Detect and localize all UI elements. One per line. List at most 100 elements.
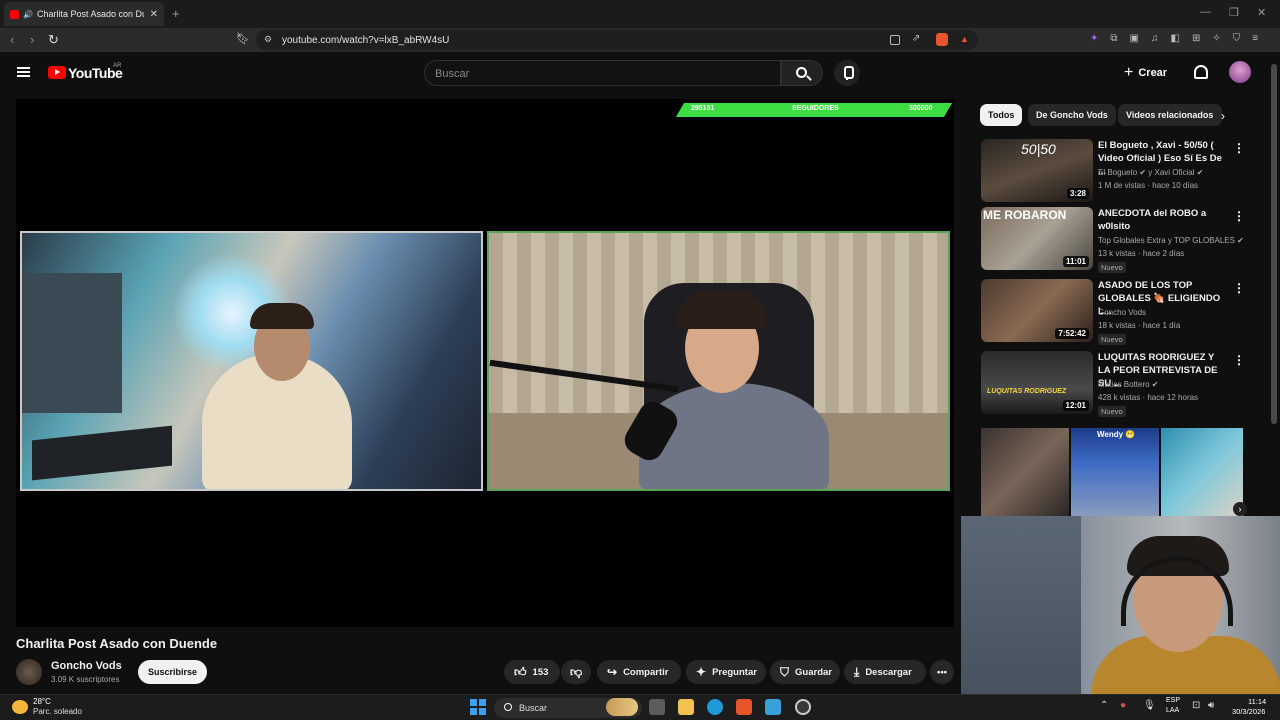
- account-avatar[interactable]: [1229, 61, 1251, 83]
- search-button[interactable]: [781, 60, 823, 86]
- menu-icon[interactable]: ≡: [1252, 33, 1258, 44]
- short-thumbnail[interactable]: [1161, 428, 1243, 516]
- channel-name[interactable]: Matias Bottero ✔: [1098, 380, 1159, 389]
- recommendation-item[interactable]: ME ROBARON 11:01 ANECDOTA del ROBO a w0l…: [981, 207, 1249, 273]
- channel-name[interactable]: Top Globales Extra y TOP GLOBALES ✔: [1098, 236, 1244, 245]
- chip-de-goncho-vods[interactable]: De Goncho Vods: [1028, 104, 1116, 126]
- create-button[interactable]: + Crear: [1124, 60, 1180, 86]
- forward-icon[interactable]: ›: [30, 32, 34, 47]
- download-button[interactable]: ⤓ Descargar: [844, 660, 926, 684]
- sidebar-toggle-icon[interactable]: ◧: [1170, 33, 1179, 44]
- chevron-right-icon[interactable]: ›: [1221, 109, 1225, 123]
- file-explorer-icon[interactable]: [678, 699, 694, 715]
- weather-temperature[interactable]: 28°C: [33, 697, 51, 706]
- new-tab-button[interactable]: +: [172, 6, 180, 21]
- search-highlight-icon[interactable]: [606, 698, 638, 716]
- video-player[interactable]: 295151 SEGUIDORES 300000: [16, 99, 954, 627]
- cast-icon[interactable]: [890, 35, 900, 45]
- browser-tab-bar: 🔊 Charlita Post Asado con Duende ✕ + — ❐…: [0, 0, 1280, 28]
- bookmark-icon[interactable]: 🔖︎: [236, 32, 250, 45]
- edge-browser-icon[interactable]: [707, 699, 723, 715]
- dislike-button[interactable]: 👎︎: [561, 660, 591, 684]
- notifications-bell-icon[interactable]: [1194, 65, 1208, 79]
- chip-todos[interactable]: Todos: [980, 104, 1023, 126]
- share-icon[interactable]: ⇗: [912, 33, 920, 44]
- video-thumbnail[interactable]: ME ROBARON 11:01: [981, 207, 1093, 270]
- maximize-icon[interactable]: ❐: [1229, 6, 1239, 19]
- tabs-icon[interactable]: ⊞: [1192, 33, 1200, 44]
- more-vertical-icon[interactable]: ⋮: [1233, 209, 1245, 223]
- photos-app-icon[interactable]: [765, 699, 781, 715]
- leo-ai-icon[interactable]: ✦: [1090, 33, 1098, 44]
- keyboard-layout[interactable]: LAA: [1166, 707, 1179, 714]
- wallet-icon[interactable]: ▣: [1130, 33, 1139, 44]
- plus-icon: +: [1124, 64, 1134, 81]
- short-thumbnail[interactable]: [981, 428, 1069, 516]
- save-button[interactable]: ⛉ Guardar: [770, 660, 840, 684]
- subscribe-button[interactable]: Suscribirse: [138, 660, 207, 684]
- tray-chevron-up-icon[interactable]: ⌃: [1100, 700, 1108, 711]
- task-view-icon[interactable]: [649, 699, 665, 715]
- clock-date[interactable]: 30/3/2026: [1232, 707, 1265, 716]
- speaker-icon[interactable]: 🔊: [23, 10, 33, 19]
- close-window-icon[interactable]: ✕: [1257, 6, 1266, 19]
- more-vertical-icon[interactable]: ⋮: [1233, 281, 1245, 295]
- weather-sun-icon[interactable]: [12, 700, 28, 714]
- recommendation-item[interactable]: 7:52:42 ASADO DE LOS TOP GLOBALES 🍖 ELIG…: [981, 279, 1249, 345]
- clock-time[interactable]: 11:14: [1248, 697, 1266, 706]
- shorts-next-icon[interactable]: ›: [1233, 502, 1247, 516]
- channel-name[interactable]: Goncho Vods: [1098, 308, 1146, 317]
- rewards-icon[interactable]: ▲: [960, 34, 969, 44]
- hamburger-menu-icon[interactable]: [17, 67, 30, 77]
- close-tab-icon[interactable]: ✕: [150, 9, 158, 20]
- page-scrollbar[interactable]: [1271, 64, 1277, 424]
- more-actions-button[interactable]: •••: [930, 660, 954, 684]
- door-shape: [961, 516, 1081, 694]
- minimize-icon[interactable]: —: [1200, 6, 1211, 18]
- browser-tab[interactable]: 🔊 Charlita Post Asado con Duende ✕: [4, 2, 164, 26]
- tray-mic-icon[interactable]: 🎙︎: [1143, 700, 1156, 711]
- search-input[interactable]: Buscar: [424, 60, 781, 86]
- tray-app-icon[interactable]: ●: [1120, 700, 1126, 711]
- more-vertical-icon[interactable]: ⋮: [1233, 141, 1245, 155]
- chip-videos-relacionados[interactable]: Videos relacionados: [1118, 104, 1222, 126]
- share-label: Compartir: [623, 666, 669, 678]
- back-icon[interactable]: ‹: [10, 32, 14, 47]
- video-title[interactable]: ANECDOTA del ROBO a w0lsito: [1098, 207, 1226, 233]
- network-icon[interactable]: ⊡: [1192, 700, 1200, 711]
- youtube-logo-icon[interactable]: [48, 66, 66, 79]
- like-button[interactable]: 👍︎ 153: [504, 660, 560, 684]
- brave-browser-icon[interactable]: [736, 699, 752, 715]
- video-thumbnail[interactable]: 7:52:42: [981, 279, 1093, 342]
- ask-button[interactable]: ✦ Preguntar: [686, 660, 766, 684]
- site-info-icon[interactable]: ⚙: [264, 34, 272, 45]
- weather-description[interactable]: Parc. soleado: [33, 707, 82, 716]
- share-button[interactable]: ↪ Compartir: [597, 660, 681, 684]
- reload-icon[interactable]: ↻: [48, 32, 59, 48]
- recommendation-item[interactable]: LUQUITAS RODRIGUEZ 12:01 LUQUITAS RODRIG…: [981, 351, 1249, 417]
- extensions-icon[interactable]: ⧉: [1110, 33, 1117, 44]
- new-badge: Nuevo: [1098, 406, 1126, 417]
- media-icon[interactable]: ♫: [1151, 33, 1159, 44]
- assistant-icon[interactable]: ✧: [1212, 33, 1220, 44]
- download-icon: ⤓: [854, 664, 860, 679]
- short-thumbnail[interactable]: [1071, 428, 1159, 516]
- input-language[interactable]: ESP: [1166, 697, 1180, 704]
- windows-start-icon[interactable]: [470, 699, 486, 715]
- obs-studio-icon[interactable]: [795, 699, 811, 715]
- channel-avatar[interactable]: [16, 659, 42, 685]
- subscriber-count: 3.09 K suscriptores: [51, 675, 120, 684]
- video-duration: 3:28: [1066, 188, 1089, 199]
- recommendation-item[interactable]: 50|50 3:28 El Bogueto , Xavi - 50/50 ( V…: [981, 139, 1249, 203]
- brave-shield-icon[interactable]: [936, 33, 948, 46]
- more-vertical-icon[interactable]: ⋮: [1233, 353, 1245, 367]
- voice-search-icon[interactable]: [834, 60, 860, 86]
- address-bar[interactable]: ⚙ youtube.com/watch?v=lxB_abRW4sU ⇗ ▲: [256, 30, 978, 50]
- channel-name[interactable]: El Bogueto ✔ y Xavi Oficial ✔: [1098, 168, 1203, 177]
- video-thumbnail[interactable]: LUQUITAS RODRIGUEZ 12:01: [981, 351, 1093, 414]
- volume-icon[interactable]: 🔊︎: [1208, 700, 1214, 711]
- channel-name[interactable]: Goncho Vods: [51, 660, 122, 672]
- vpn-icon[interactable]: ⛉: [1233, 33, 1241, 44]
- video-meta: 1 M de vistas · hace 10 días: [1098, 181, 1199, 190]
- video-thumbnail[interactable]: 50|50 3:28: [981, 139, 1093, 202]
